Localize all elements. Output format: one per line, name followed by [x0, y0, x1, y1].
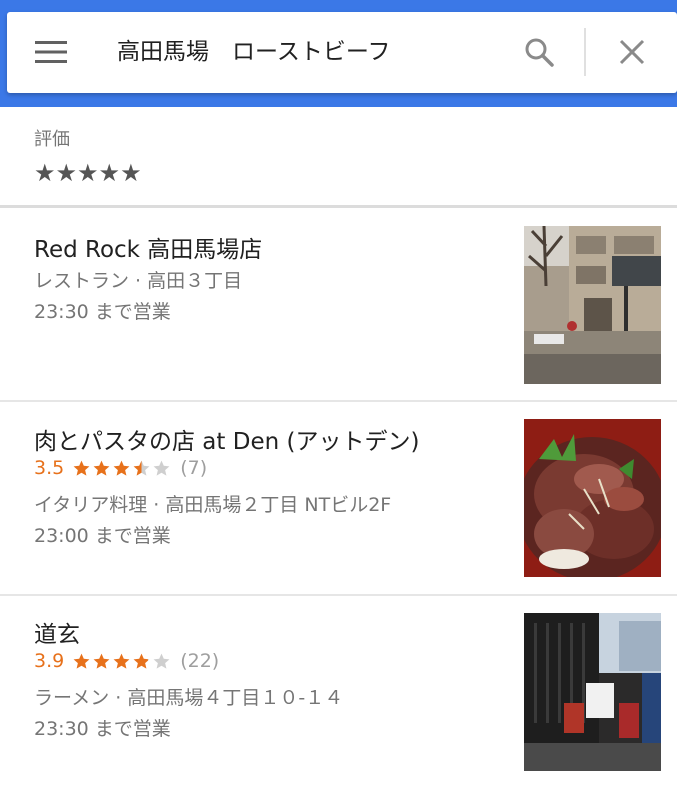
- result-item[interactable]: 道玄 3.9 (22) ラーメン · 高田馬場４丁目１０-１４ 23:30 まで…: [0, 596, 677, 800]
- star-icon: [73, 653, 90, 669]
- result-hours: 23:30 まで営業: [34, 301, 171, 323]
- menu-icon[interactable]: [31, 34, 71, 70]
- result-meta: レストラン · 高田３丁目: [34, 270, 243, 292]
- star-icon: [153, 460, 170, 476]
- star-icon: [113, 460, 130, 476]
- rating-value: 3.5: [34, 457, 65, 479]
- star-icon: [93, 653, 110, 669]
- result-thumbnail: [524, 226, 661, 384]
- result-item[interactable]: 肉とパスタの店 at Den (アットデン) 3.5 (7) イタリア料理 · …: [0, 402, 677, 594]
- result-hours: 23:00 まで営業: [34, 525, 171, 547]
- result-hours: 23:30 まで営業: [34, 718, 171, 740]
- result-thumbnail: [524, 613, 661, 771]
- result-name: 肉とパスタの店 at Den (アットデン): [34, 429, 420, 455]
- star-icon: [133, 460, 150, 476]
- search-bar[interactable]: 高田馬場 ローストビーフ: [7, 12, 677, 93]
- review-count: (7): [180, 457, 208, 479]
- rating-filter: 評価 ★★★★★: [0, 107, 677, 207]
- star-icon: [153, 653, 170, 669]
- result-rating: 3.5 (7): [34, 457, 207, 479]
- star-rating: [72, 652, 172, 671]
- result-meta: イタリア料理 · 高田馬場２丁目 NTビル2F: [34, 494, 392, 516]
- rating-filter-stars[interactable]: ★★★★★: [34, 159, 142, 187]
- search-bar-divider: [584, 28, 586, 76]
- star-icon: [93, 460, 110, 476]
- close-icon[interactable]: [610, 32, 654, 72]
- review-count: (22): [180, 650, 220, 672]
- result-thumbnail: [524, 419, 661, 577]
- search-icon[interactable]: [517, 32, 561, 72]
- star-icon: [73, 460, 90, 476]
- result-meta: ラーメン · 高田馬場４丁目１０-１４: [34, 687, 344, 709]
- search-input[interactable]: 高田馬場 ローストビーフ: [117, 30, 507, 74]
- result-rating: 3.9 (22): [34, 650, 219, 672]
- rating-filter-label: 評価: [34, 129, 70, 150]
- result-item[interactable]: Red Rock 高田馬場店 レストラン · 高田３丁目 23:30 まで営業: [0, 208, 677, 400]
- star-icon: [133, 653, 150, 669]
- result-name: 道玄: [34, 622, 80, 648]
- result-name: Red Rock 高田馬場店: [34, 237, 263, 263]
- rating-value: 3.9: [34, 650, 65, 672]
- star-rating: [72, 459, 172, 478]
- star-icon: [113, 653, 130, 669]
